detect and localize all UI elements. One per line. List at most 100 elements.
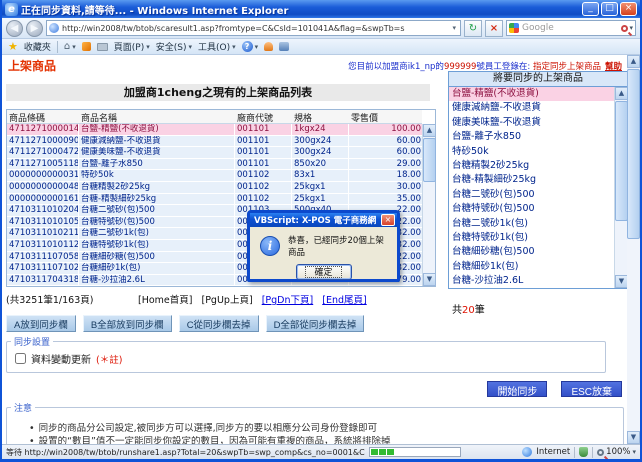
feed-icon[interactable] <box>82 42 91 51</box>
table-row[interactable]: 4711271000472 健康美味鹽-不收退貨 001101 300gx24 … <box>7 147 422 159</box>
cell-product-name: 特砂50k <box>79 170 235 182</box>
end-page-link[interactable]: [End尾頁] <box>322 295 366 306</box>
vbscript-dialog: VBScript: X-POS 電子商務網 × i 恭喜，已經同步20個上架商品… <box>247 210 400 282</box>
sync-panel-list: 台鹽-精鹽(不收退貨)健康減納鹽-不收退貨健康美味鹽-不收退貨台鹽-離子水850… <box>448 87 628 289</box>
sync-list-item[interactable]: 台糖二號砂1k(包) <box>449 217 614 231</box>
scroll-up-icon[interactable]: ▲ <box>627 55 640 68</box>
extension-icon[interactable] <box>279 42 289 51</box>
data-change-update-checkbox[interactable] <box>15 353 26 364</box>
sync-action-button[interactable]: A放到同步欄 <box>6 315 76 332</box>
sync-list-item[interactable]: 特砂50k <box>449 145 614 159</box>
table-row[interactable]: 0000000000161 台糖-精製細砂25kg 001102 25kgx1 … <box>7 194 422 206</box>
scroll-thumb[interactable] <box>627 69 640 239</box>
table-row[interactable]: 4711271000090 健康減納鹽-不收退貨 001101 300gx24 … <box>7 136 422 148</box>
cell-product-name: 台糖-精製細砂25kg <box>79 194 235 206</box>
sync-list-item[interactable]: 台糖特號砂(包)500 <box>449 202 614 216</box>
cell-barcode: 4710311107102 <box>7 263 79 275</box>
print-icon[interactable] <box>97 43 108 51</box>
browser-window: e 正在同步資料,請等待... - Windows Internet Explo… <box>0 0 642 462</box>
address-dropdown-icon[interactable]: ▾ <box>450 24 458 32</box>
search-button[interactable]: ▾ <box>621 24 633 32</box>
refresh-button[interactable]: ↻ <box>464 20 482 37</box>
home-button[interactable]: ⌂▾ <box>64 41 76 52</box>
sync-list-item[interactable]: 台糖特號砂1k(包) <box>449 231 614 245</box>
separator <box>57 41 58 53</box>
scroll-down-icon[interactable]: ▼ <box>423 273 436 286</box>
zoom-control[interactable]: 100% ▾ <box>597 447 636 457</box>
cell-price: 29.00 <box>349 159 424 171</box>
table-row[interactable]: 0000000000048 台糖精製2砂25kg 001102 25kgx1 3… <box>7 182 422 194</box>
internet-zone-icon <box>522 447 532 457</box>
sync-action-button[interactable]: C從同步欄去掉 <box>179 315 259 332</box>
sync-list-item[interactable]: 台糖-沙拉油2.6L <box>449 274 614 288</box>
address-url[interactable]: http://win2008/tw/btob/scaresult1.asp?fr… <box>62 24 450 33</box>
start-sync-button[interactable]: 開始同步 <box>487 381 547 397</box>
scroll-up-icon[interactable]: ▲ <box>423 124 436 137</box>
cell-price: 60.00 <box>349 136 424 148</box>
sync-list-item[interactable]: 台糖細砂1k(包) <box>449 260 614 274</box>
table-row[interactable]: 4711271000014 台鹽-精鹽(不收退貨) 001101 1kgx24 … <box>7 124 422 136</box>
cell-barcode: 0000000000161 <box>7 194 79 206</box>
favorites-star-icon[interactable]: ★ <box>8 40 18 53</box>
title-bar: e 正在同步資料,請等待... - Windows Internet Explo… <box>2 0 640 18</box>
ie-logo-icon: e <box>5 3 18 16</box>
sync-list-item[interactable]: 台鹽-離子水850 <box>449 130 614 144</box>
cell-barcode: 4710311107058 <box>7 252 79 264</box>
status-url: 等待 http://win2008/tw/btob/runshare1.asp?… <box>6 447 365 458</box>
home-icon: ⌂ <box>64 41 70 52</box>
sync-list-item[interactable]: 健康減納鹽-不收退貨 <box>449 101 614 115</box>
pgdn-link[interactable]: [PgDn下頁] <box>262 295 314 306</box>
sync-list-item[interactable]: 台糖二號砂(包)500 <box>449 188 614 202</box>
window-title: 正在同步資料,請等待... - Windows Internet Explore… <box>21 2 582 17</box>
address-bar[interactable]: http://win2008/tw/btob/scaresult1.asp?fr… <box>46 20 461 36</box>
dialog-title-bar[interactable]: VBScript: X-POS 電子商務網 × <box>250 213 397 227</box>
favorites-label[interactable]: 收藏夾 <box>24 40 51 53</box>
sync-list-item[interactable]: 台糖-精製細砂25kg <box>449 173 614 187</box>
dialog-close-button[interactable]: × <box>381 214 395 226</box>
esc-cancel-button[interactable]: ESC放棄 <box>561 381 622 397</box>
sync-action-button[interactable]: D全部從同步欄去掉 <box>266 315 365 332</box>
safety-menu[interactable]: 安全(S)▾ <box>156 40 192 53</box>
tools-menu[interactable]: 工具(O)▾ <box>198 40 236 53</box>
navigation-bar: ◀ ▶ http://win2008/tw/btob/scaresult1.as… <box>2 18 640 39</box>
sync-count: 共20筆 <box>452 301 485 316</box>
cell-product-name: 台糖二號砂1k(包) <box>79 228 235 240</box>
sync-list-item[interactable]: 台糖精製2砂25kg <box>449 159 614 173</box>
search-dropdown-icon[interactable]: ▾ <box>629 24 633 32</box>
table-row[interactable]: 0000000000031 特砂50k 001102 83x1 18.00 <box>7 170 422 182</box>
maximize-button[interactable]: □ <box>601 2 618 16</box>
page-scrollbar[interactable]: ▲ ▼ <box>627 55 640 444</box>
cell-vendor-code: 001101 <box>235 136 292 148</box>
home-page-link[interactable]: [Home首頁] <box>138 295 192 306</box>
cell-barcode: 4711271005118 <box>7 159 79 171</box>
sync-list-scrollbar[interactable]: ▲ ▼ <box>614 87 627 288</box>
close-button[interactable]: × <box>620 2 637 16</box>
zoom-dropdown-icon[interactable]: ▾ <box>632 448 636 456</box>
sync-list-item[interactable]: 台糖細砂糖(包)500 <box>449 245 614 259</box>
dialog-ok-button[interactable]: 確定 <box>296 264 352 280</box>
sync-list-item[interactable]: 台鹽-精鹽(不收退貨) <box>449 87 614 101</box>
progress-bar <box>369 447 461 457</box>
forward-button[interactable]: ▶ <box>26 20 43 37</box>
search-box[interactable]: Google ▾ <box>506 20 636 36</box>
cell-vendor-code: 001102 <box>235 194 292 206</box>
sync-list-item[interactable]: 健康美味鹽-不收退貨 <box>449 116 614 130</box>
table-scrollbar[interactable]: ▲ ▼ <box>422 124 435 286</box>
help-menu[interactable]: ?▾ <box>242 41 259 52</box>
pgup-link[interactable]: [PgUp上頁] <box>202 295 253 306</box>
messenger-icon[interactable] <box>264 42 273 51</box>
table-row[interactable]: 4711271005118 台鹽-離子水850 001101 850x20 29… <box>7 159 422 171</box>
sync-settings-legend: 同步設置 <box>11 335 53 348</box>
scroll-thumb[interactable] <box>423 138 436 182</box>
minimize-button[interactable]: _ <box>582 2 599 16</box>
stop-button[interactable]: × <box>485 20 503 37</box>
sync-action-button[interactable]: B全部放到同步欄 <box>83 315 172 332</box>
cell-vendor-code: 001102 <box>235 182 292 194</box>
cell-vendor-code: 001101 <box>235 159 292 171</box>
cell-product-name: 台糖特號砂(包)500 <box>79 217 235 229</box>
search-input[interactable]: Google <box>522 23 621 33</box>
scroll-down-icon[interactable]: ▼ <box>627 431 640 444</box>
cell-price: 30.00 <box>349 182 424 194</box>
back-button[interactable]: ◀ <box>6 20 23 37</box>
page-menu[interactable]: 頁面(P)▾ <box>114 40 150 53</box>
